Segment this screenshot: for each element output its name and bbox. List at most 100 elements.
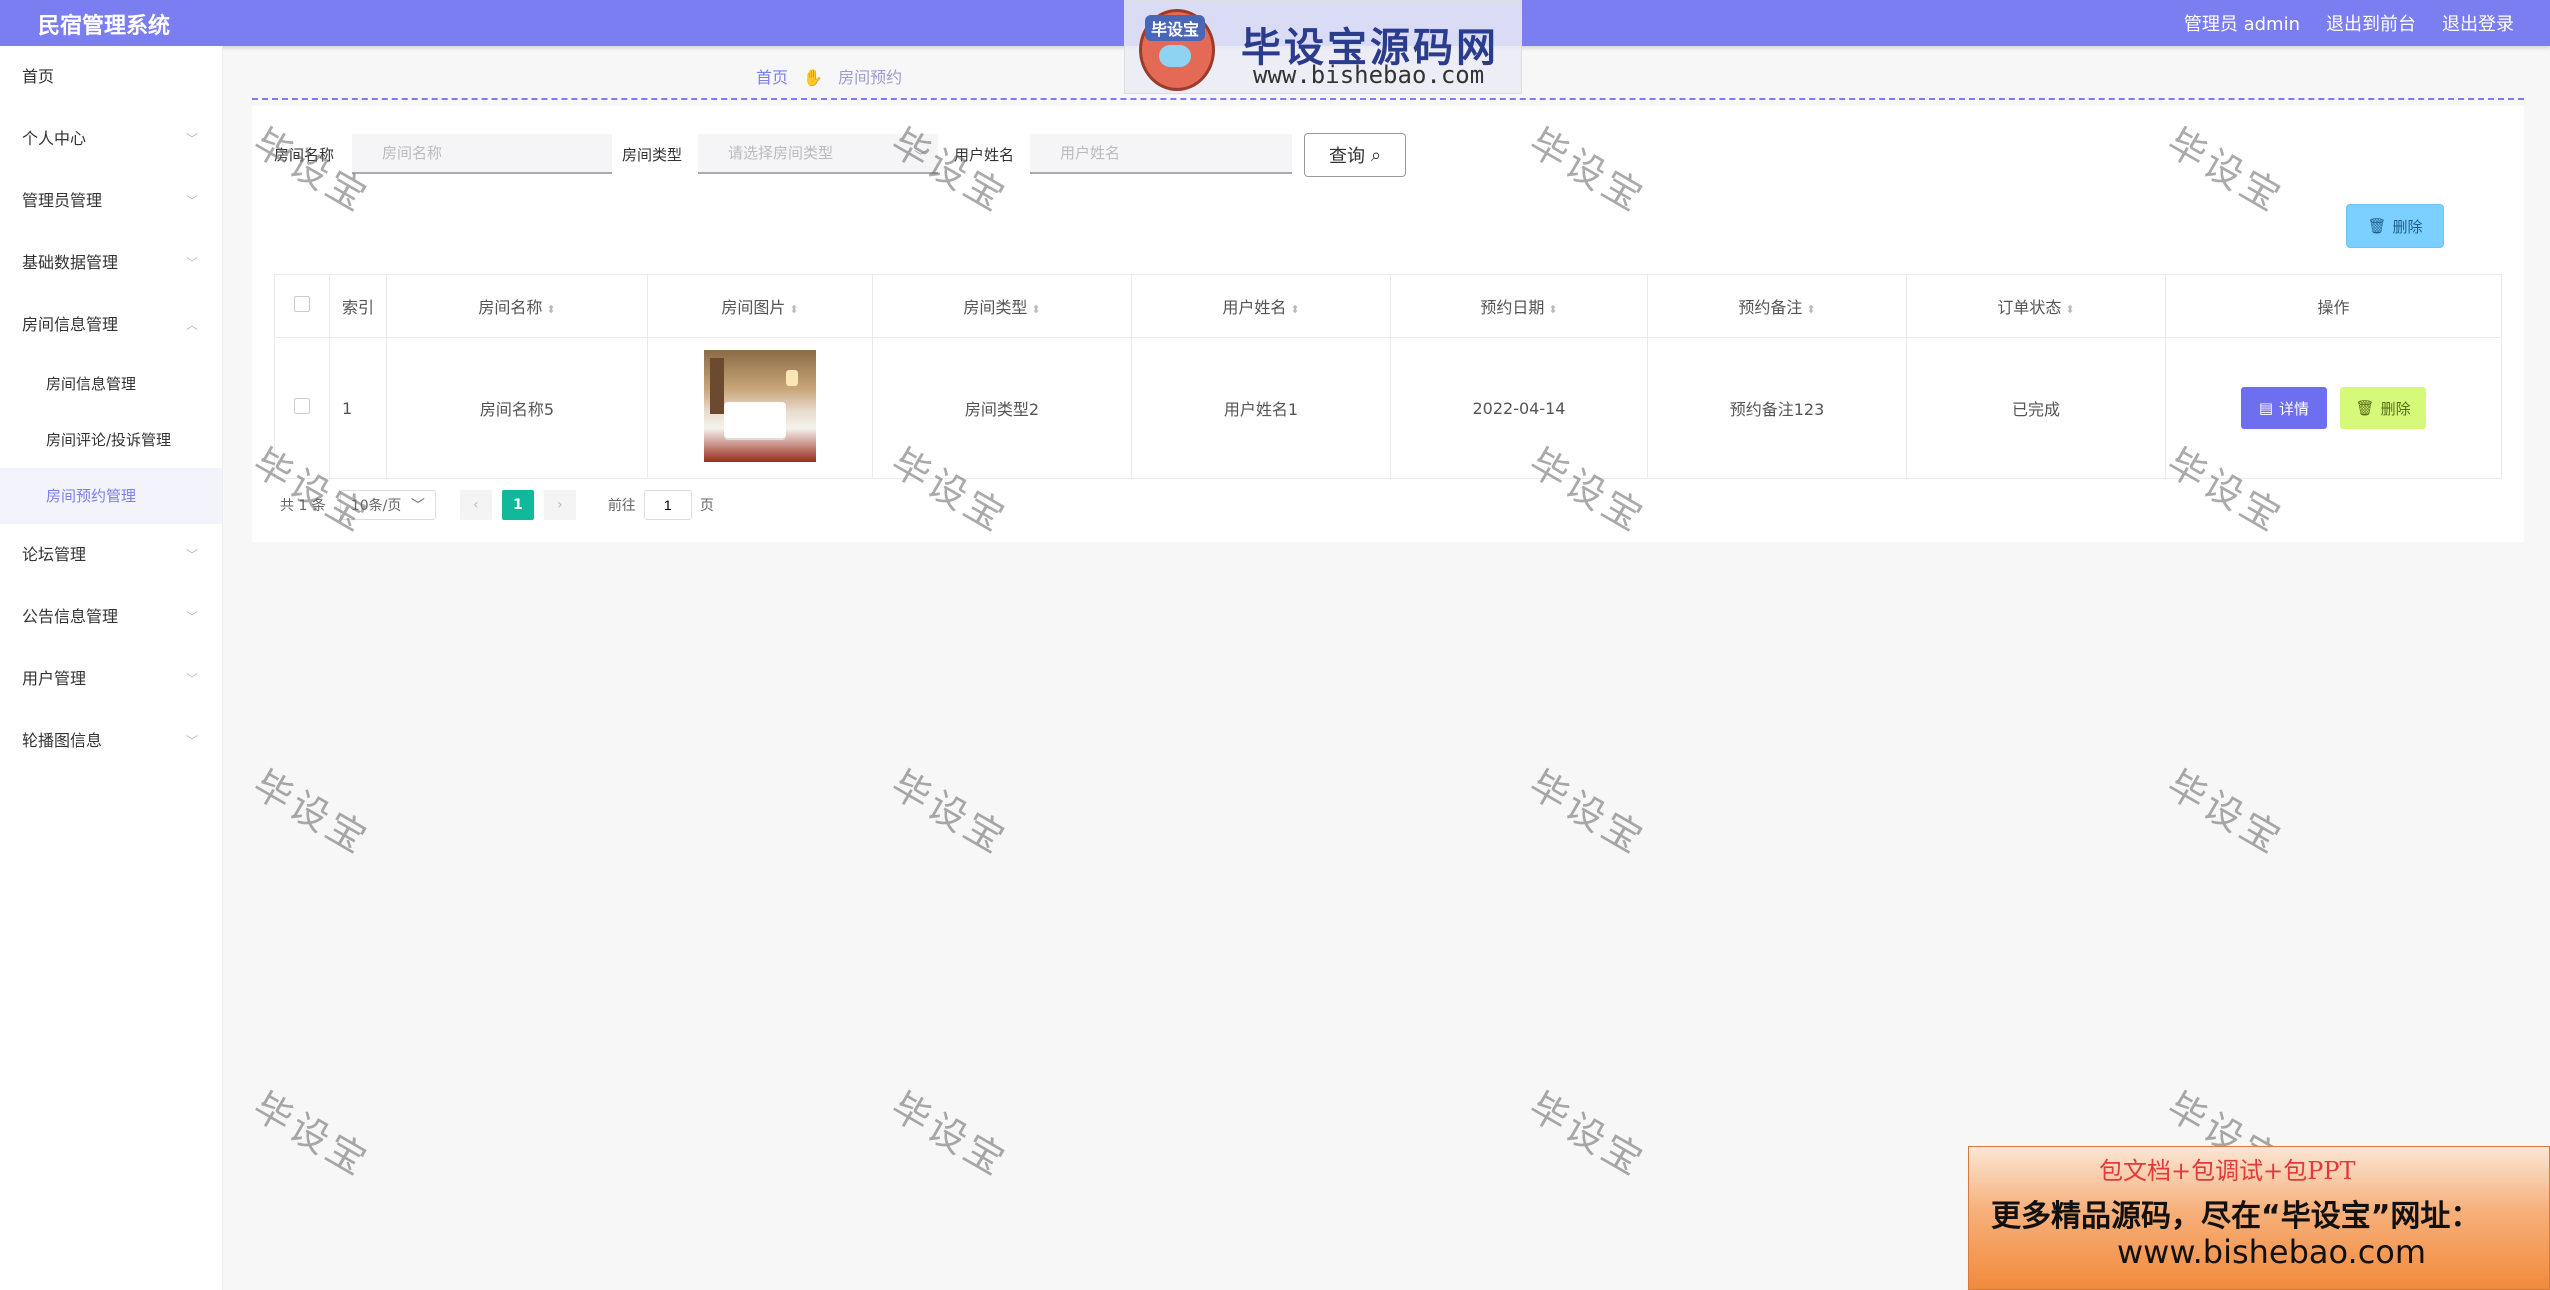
room-thumbnail[interactable] xyxy=(704,350,816,462)
room-type-select[interactable] xyxy=(698,134,938,174)
sidebar-item-home[interactable]: 首页 xyxy=(0,46,222,108)
breadcrumb-current: 房间预约 xyxy=(838,68,903,87)
sort-icon[interactable]: ⬍ xyxy=(546,303,555,316)
room-door xyxy=(710,358,724,414)
trash-icon: 🗑 xyxy=(2367,217,2387,235)
chevron-up-icon: ︿ xyxy=(185,318,198,332)
sidebar: 首页 个人中心 ﹀ 管理员管理 ﹀ 基础数据管理 ﹀ 房间信息管理 ︿ 房间信息… xyxy=(0,46,223,1290)
col-actions: 操作 xyxy=(2165,274,2502,338)
sidebar-item-users[interactable]: 用户管理 ﹀ xyxy=(0,648,222,710)
prev-page-button[interactable]: ‹ xyxy=(459,490,492,520)
breadcrumb-home[interactable]: 首页 xyxy=(756,68,788,87)
logo-tag: 毕设宝 xyxy=(1145,15,1206,41)
col-note[interactable]: 预约备注 ⬍ xyxy=(1647,274,1907,338)
col-room-image-label: 房间图片 xyxy=(721,298,786,317)
col-note-label: 预约备注 xyxy=(1738,298,1803,317)
promo-line-3: www.bishebao.com xyxy=(2117,1233,2427,1271)
cell-status: 已完成 xyxy=(1906,337,2166,479)
sidebar-item-forum[interactable]: 论坛管理 ﹀ xyxy=(0,524,222,586)
col-room-type-label: 房间类型 xyxy=(963,298,1028,317)
room-lamp xyxy=(786,370,798,386)
document-icon: ▤ xyxy=(2258,399,2274,417)
goto-page-input[interactable] xyxy=(643,490,692,520)
col-status-label: 订单状态 xyxy=(1997,298,2062,317)
promo-line-2: 更多精品源码，尽在“毕设宝”网址： xyxy=(1991,1199,2481,1234)
breadcrumb: 首页 ✋ 房间预约 xyxy=(756,64,902,88)
chevron-down-icon: ﹀ xyxy=(410,498,425,514)
sort-icon[interactable]: ⬍ xyxy=(1031,303,1040,316)
goto-prefix: 前往 xyxy=(607,498,636,514)
room-name-input[interactable] xyxy=(352,134,612,174)
promo-banner: 包文档+包调试+包PPT 更多精品源码，尽在“毕设宝”网址： www.bishe… xyxy=(1968,1146,2550,1290)
chevron-down-icon: ﹀ xyxy=(185,132,198,146)
col-date[interactable]: 预约日期 ⬍ xyxy=(1390,274,1648,338)
watermark-text: 毕设宝 xyxy=(883,1083,1015,1186)
row-select-cell[interactable] xyxy=(274,337,330,479)
detail-button[interactable]: ▤ 详情 xyxy=(2240,387,2327,429)
sort-icon[interactable]: ⬍ xyxy=(1290,303,1299,316)
booking-table: 索引 房间名称 ⬍ 房间图片 ⬍ 房间类型 ⬍ 用户姓名 ⬍ 预约日期 ⬍ 预约备注 ⬍ 订… xyxy=(274,274,2502,479)
page-size-select[interactable]: 10条/页 ﹀ xyxy=(339,490,436,520)
logo-url: www.bishebao.com xyxy=(1253,61,1485,89)
room-type-label: 房间类型 xyxy=(622,146,683,164)
logout-link[interactable]: 退出登录 xyxy=(2442,10,2514,36)
sidebar-item-label: 个人中心 xyxy=(22,129,87,148)
pagination: 共 1 条 10条/页 ﹀ ‹ 1 › 前往 页 xyxy=(280,490,714,520)
sidebar-item-label: 管理员管理 xyxy=(22,191,103,210)
promo-line-1: 包文档+包调试+包PPT xyxy=(2099,1157,2356,1185)
sidebar-item-announcements[interactable]: 公告信息管理 ﹀ xyxy=(0,586,222,648)
col-status[interactable]: 订单状态 ⬍ xyxy=(1906,274,2166,338)
sidebar-item-label: 论坛管理 xyxy=(22,545,87,564)
row-checkbox[interactable] xyxy=(294,398,310,414)
sidebar-subitem-room-comments[interactable]: 房间评论/投诉管理 xyxy=(0,412,222,468)
watermark-text: 毕设宝 xyxy=(245,1083,377,1186)
chevron-down-icon: ﹀ xyxy=(185,548,198,562)
col-user-name[interactable]: 用户姓名 ⬍ xyxy=(1131,274,1391,338)
next-page-button[interactable]: › xyxy=(543,490,576,520)
chevron-left-icon: ‹ xyxy=(473,497,479,513)
col-room-name[interactable]: 房间名称 ⬍ xyxy=(386,274,648,338)
sidebar-item-label: 用户管理 xyxy=(22,669,87,688)
chevron-right-icon: › xyxy=(557,497,563,513)
sidebar-item-carousel[interactable]: 轮播图信息 ﹀ xyxy=(0,710,222,772)
admin-label: 管理员 admin xyxy=(2183,14,2300,35)
page-number-button[interactable]: 1 xyxy=(501,490,534,520)
sidebar-item-room-info[interactable]: 房间信息管理 ︿ xyxy=(0,294,222,356)
watermark-text: 毕设宝 xyxy=(2159,761,2291,864)
select-all-cell[interactable] xyxy=(274,274,330,338)
user-name-input[interactable] xyxy=(1030,134,1292,174)
batch-delete-button[interactable]: 🗑 删除 xyxy=(2346,204,2444,248)
sidebar-item-label: 房间信息管理 xyxy=(22,315,119,334)
query-label: 查询 xyxy=(1328,146,1365,167)
sort-icon[interactable]: ⬍ xyxy=(1548,303,1557,316)
total-count: 共 1 条 xyxy=(280,498,326,514)
exit-to-front-link[interactable]: 退出到前台 xyxy=(2326,10,2416,36)
chevron-down-icon: ﹀ xyxy=(914,150,928,165)
sort-icon[interactable]: ⬍ xyxy=(1806,303,1815,316)
sidebar-item-label: 基础数据管理 xyxy=(22,253,119,272)
cell-date: 2022-04-14 xyxy=(1390,337,1648,479)
watermark-text: 毕设宝 xyxy=(1521,1083,1653,1186)
delete-label: 删除 xyxy=(2392,217,2423,236)
select-all-checkbox[interactable] xyxy=(294,296,310,312)
delete-label: 删除 xyxy=(2380,399,2411,418)
col-room-type[interactable]: 房间类型 ⬍ xyxy=(872,274,1132,338)
col-room-name-label: 房间名称 xyxy=(478,298,543,317)
sort-icon[interactable]: ⬍ xyxy=(789,303,798,316)
room-name-label: 房间名称 xyxy=(274,146,335,164)
sidebar-item-basic-data[interactable]: 基础数据管理 ﹀ xyxy=(0,232,222,294)
row-delete-button[interactable]: 🗑 删除 xyxy=(2340,387,2427,429)
sidebar-item-label: 公告信息管理 xyxy=(22,607,119,626)
sort-icon[interactable]: ⬍ xyxy=(2065,303,2074,316)
sidebar-item-personal-center[interactable]: 个人中心 ﹀ xyxy=(0,108,222,170)
chevron-down-icon: ﹀ xyxy=(185,256,198,270)
col-room-image[interactable]: 房间图片 ⬍ xyxy=(647,274,873,338)
sidebar-subitem-room-info[interactable]: 房间信息管理 xyxy=(0,356,222,412)
query-button[interactable]: 查询 ⌕ xyxy=(1304,133,1406,177)
sidebar-subitem-room-booking[interactable]: 房间预约管理 xyxy=(0,468,222,524)
room-bed xyxy=(724,402,786,438)
sidebar-item-admin-management[interactable]: 管理员管理 ﹀ xyxy=(0,170,222,232)
cell-user-name: 用户姓名1 xyxy=(1131,337,1391,479)
app-title: 民宿管理系统 xyxy=(38,14,171,39)
header-actions: 管理员 admin 退出到前台 退出登录 xyxy=(2184,10,2514,36)
